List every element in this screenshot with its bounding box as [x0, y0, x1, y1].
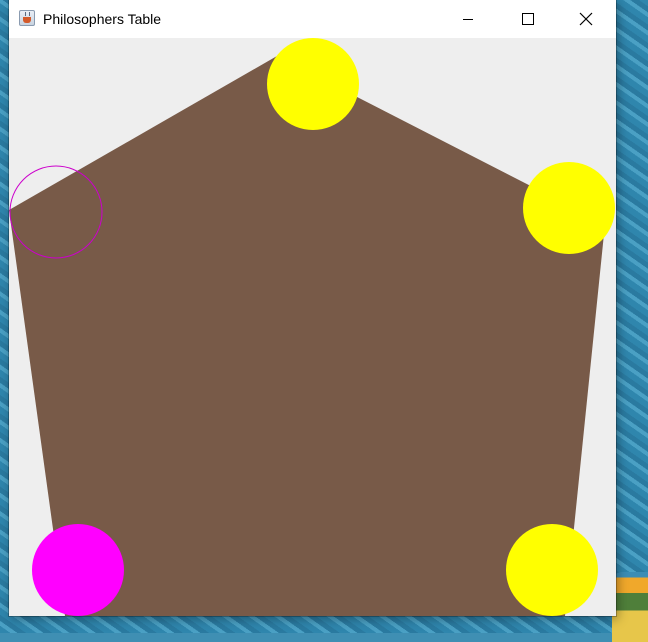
close-icon	[579, 12, 593, 26]
minimize-icon	[463, 19, 473, 20]
drawing-canvas	[9, 38, 616, 616]
philosopher-4	[32, 524, 124, 616]
philosopher-1	[267, 38, 359, 130]
title-bar[interactable]: Philosophers Table	[9, 0, 616, 38]
maximize-icon	[522, 13, 534, 25]
desktop-wallpaper-detail	[612, 572, 648, 642]
close-button[interactable]	[563, 0, 609, 38]
minimize-button[interactable]	[445, 0, 491, 38]
java-cup-icon[interactable]	[19, 10, 35, 26]
table-scene	[9, 38, 615, 616]
app-window: Philosophers Table	[9, 0, 616, 616]
philosopher-2	[523, 162, 615, 254]
philosopher-3	[506, 524, 598, 616]
window-title: Philosophers Table	[43, 11, 162, 27]
maximize-button[interactable]	[504, 0, 550, 38]
